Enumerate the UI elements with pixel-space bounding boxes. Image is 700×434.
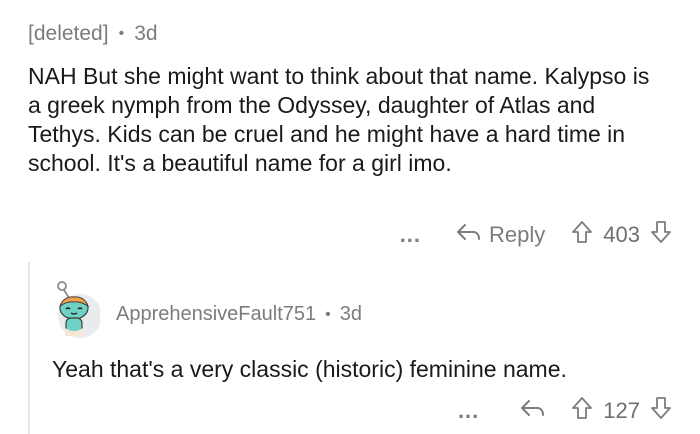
meta-separator: • [325,305,331,323]
avatar[interactable] [50,278,102,340]
reply-body: Yeah that's a very classic (historic) fe… [52,356,567,382]
more-options-button[interactable]: ... [400,222,421,248]
comment-body: NAH But she might want to think about th… [28,63,650,176]
reply-actions: ... 127 [458,396,672,425]
vote-controls: 127 [571,396,672,425]
vote-count: 403 [603,221,640,247]
comment-meta: [deleted] • 3d [28,22,158,46]
upvote-arrow-icon[interactable] [571,220,593,249]
meta-separator: • [118,25,125,42]
comment-author[interactable]: [deleted] [28,22,109,46]
reply-meta: ApprehensiveFault751 • 3d [116,303,362,326]
reply-button[interactable] [519,397,545,424]
vote-controls: 403 [571,220,672,249]
downvote-arrow-icon[interactable] [650,220,672,249]
reply-arrow-icon [455,221,481,248]
comment-age: 3d [134,22,158,45]
reply-button[interactable]: Reply [455,221,545,248]
reply-label: Reply [489,221,546,247]
upvote-arrow-icon[interactable] [571,396,593,425]
comment-actions: ... Reply 403 [400,220,672,249]
reply-arrow-icon [519,397,545,424]
reply-author[interactable]: ApprehensiveFault751 [116,303,316,326]
downvote-arrow-icon[interactable] [650,396,672,425]
reply-age: 3d [339,303,362,325]
more-options-button[interactable]: ... [458,398,479,424]
thread-line[interactable] [28,262,30,434]
vote-count: 127 [603,397,640,423]
